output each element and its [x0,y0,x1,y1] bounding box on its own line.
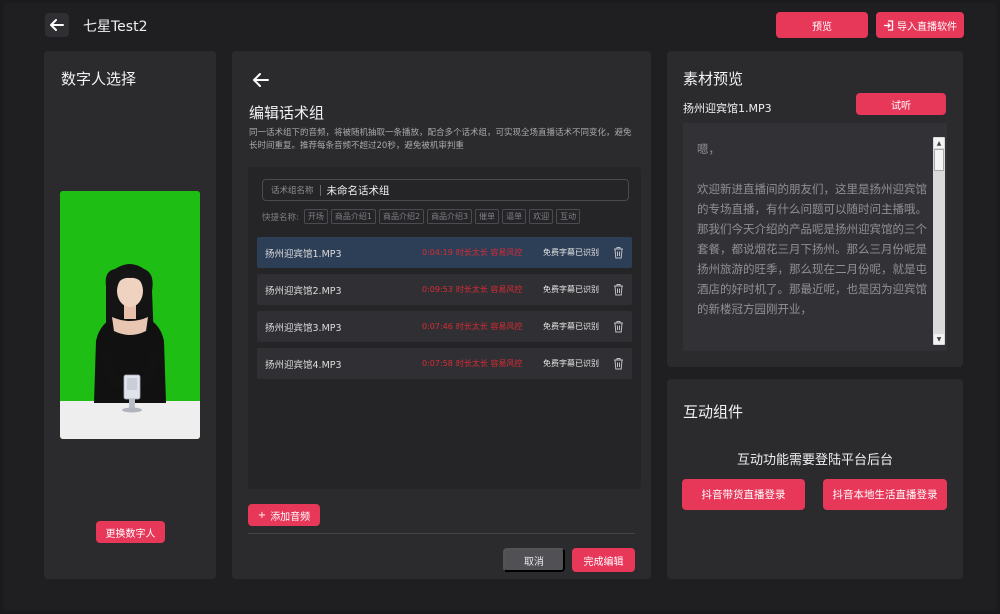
audio-duration: 0:09:53 [422,285,453,294]
digital-human-panel: 数字人选择 更换数字人 [44,51,216,579]
audio-duration: 0:07:58 [422,359,453,368]
trash-icon[interactable] [613,283,624,296]
audio-name: 扬州迎宾馆3.MP3 [265,322,342,334]
plus-icon: + [257,509,267,521]
field-separator [319,184,321,196]
quick-chip[interactable]: 互动 [556,209,581,224]
subtitle-status: 免费字幕已识别 [543,248,599,257]
trash-icon[interactable] [613,320,624,333]
subtitle-status: 免费字幕已识别 [543,285,599,294]
audio-duration-warning: 0:09:53 时长太长 容易风控 [422,284,522,295]
scrollbar[interactable]: ▲ ▼ [933,137,945,345]
digital-human-image [60,191,200,439]
material-preview-title: 素材预览 [683,70,744,88]
material-preview-panel: 素材预览 扬州迎宾馆1.MP3 试听 嗯， 欢迎新进直播间的朋友们，这里是扬州迎… [667,51,963,367]
risk-warning: 时长太长 容易风控 [455,285,523,294]
subtitle-status: 免费字幕已识别 [543,322,599,331]
audio-duration-warning: 0:07:58 时长太长 容易风控 [422,358,522,369]
quick-chip[interactable]: 商品介绍3 [427,209,473,224]
group-name-field[interactable]: 话术组名称 未命名话术组 [262,179,629,201]
change-digital-human-button[interactable]: 更换数字人 [96,521,165,543]
scroll-thumb[interactable] [934,149,944,171]
material-file-name: 扬州迎宾馆1.MP3 [683,102,772,115]
digital-human-title: 数字人选择 [61,70,137,88]
audio-duration: 0:07:46 [422,322,453,331]
app-title: 七星Test2 [83,19,148,35]
risk-warning: 时长太长 容易风控 [455,359,523,368]
quick-chip[interactable]: 商品介绍1 [330,209,376,224]
audio-duration-warning: 0:04:19 时长太长 容易风控 [422,247,522,258]
group-name-label: 话术组名称 [271,186,314,196]
script-group-editor: 话术组名称 未命名话术组 快捷名称: 开场 商品介绍1 商品介绍2 商品介绍3 … [248,167,641,489]
douyin-live-commerce-login-button[interactable]: 抖音带货直播登录 [682,479,805,510]
audio-row[interactable]: 扬州迎宾馆2.MP3 0:09:53 时长太长 容易风控 免费字幕已识别 [257,274,632,305]
audio-row[interactable]: 扬州迎宾馆4.MP3 0:07:58 时长太长 容易风控 免费字幕已识别 [257,348,632,379]
back-arrow-icon[interactable] [252,71,270,89]
interaction-title: 互动组件 [683,403,744,421]
trash-icon[interactable] [613,246,624,259]
arrow-left-icon [50,19,64,31]
preview-button[interactable]: 预览 [776,12,868,38]
risk-warning: 时长太长 容易风控 [455,322,523,331]
login-icon [884,19,894,31]
scroll-down-icon[interactable]: ▼ [934,334,944,344]
import-label: 导入直播软件 [897,21,957,33]
quick-names-label: 快捷名称: [262,212,299,223]
douyin-local-life-login-button[interactable]: 抖音本地生活直播登录 [823,479,947,510]
quick-chip[interactable]: 欢迎 [529,209,554,224]
interaction-message: 互动功能需要登陆平台后台 [736,453,893,468]
edit-script-group-title: 编辑话术组 [249,104,325,122]
audio-name: 扬州迎宾馆1.MP3 [265,248,342,260]
script-group-description: 同一话术组下的音频，将被随机抽取一条播放，配合多个话术组，可实现全场直播话术不同… [249,128,632,151]
listen-button[interactable]: 试听 [856,93,946,115]
quick-chip[interactable]: 催单 [475,209,500,224]
subtitle-status: 免费字幕已识别 [543,359,599,368]
audio-duration: 0:04:19 [422,248,453,257]
back-button[interactable] [45,13,69,37]
digital-human-preview [60,191,200,439]
transcript-box[interactable]: 嗯， 欢迎新进直播间的朋友们，这里是扬州迎宾馆的专场直播，有什么问题可以随时问主… [683,123,947,351]
add-audio-label: 添加音频 [270,511,311,523]
audio-duration-warning: 0:07:46 时长太长 容易风控 [422,321,522,332]
finish-editing-button[interactable]: 完成编辑 [572,548,635,572]
quick-chip[interactable]: 逼单 [502,209,527,224]
risk-warning: 时长太长 容易风控 [455,248,523,257]
audio-name: 扬州迎宾馆2.MP3 [265,285,342,297]
transcript-text: 嗯， 欢迎新进直播间的朋友们，这里是扬州迎宾馆的专场直播，有什么问题可以随时问主… [697,142,927,316]
audio-row[interactable]: 扬州迎宾馆1.MP3 0:04:19 时长太长 容易风控 免费字幕已识别 [257,237,632,268]
app-window: 七星Test2 预览 导入直播软件 数字人选择 更换数字人 编辑话术组 同一话术… [3,3,997,611]
group-name-value: 未命名话术组 [326,184,390,197]
quick-chip[interactable]: 商品介绍2 [378,209,425,224]
cancel-button[interactable]: 取消 [503,548,565,572]
trash-icon[interactable] [613,357,624,370]
quick-names: 快捷名称: 开场 商品介绍1 商品介绍2 商品介绍3 催单 逼单 欢迎 互动 [262,209,581,224]
interaction-panel: 互动组件 互动功能需要登陆平台后台 抖音带货直播登录 抖音本地生活直播登录 [667,379,963,579]
audio-name: 扬州迎宾馆4.MP3 [265,359,342,371]
import-live-software-button[interactable]: 导入直播软件 [876,12,964,38]
add-audio-button[interactable]: + 添加音频 [248,504,320,526]
scroll-up-icon[interactable]: ▲ [934,138,944,148]
audio-row[interactable]: 扬州迎宾馆3.MP3 0:07:46 时长太长 容易风控 免费字幕已识别 [257,311,632,342]
divider [248,533,635,534]
quick-chip[interactable]: 开场 [303,209,328,224]
edit-script-group-panel: 编辑话术组 同一话术组下的音频，将被随机抽取一条播放，配合多个话术组，可实现全场… [232,51,651,579]
